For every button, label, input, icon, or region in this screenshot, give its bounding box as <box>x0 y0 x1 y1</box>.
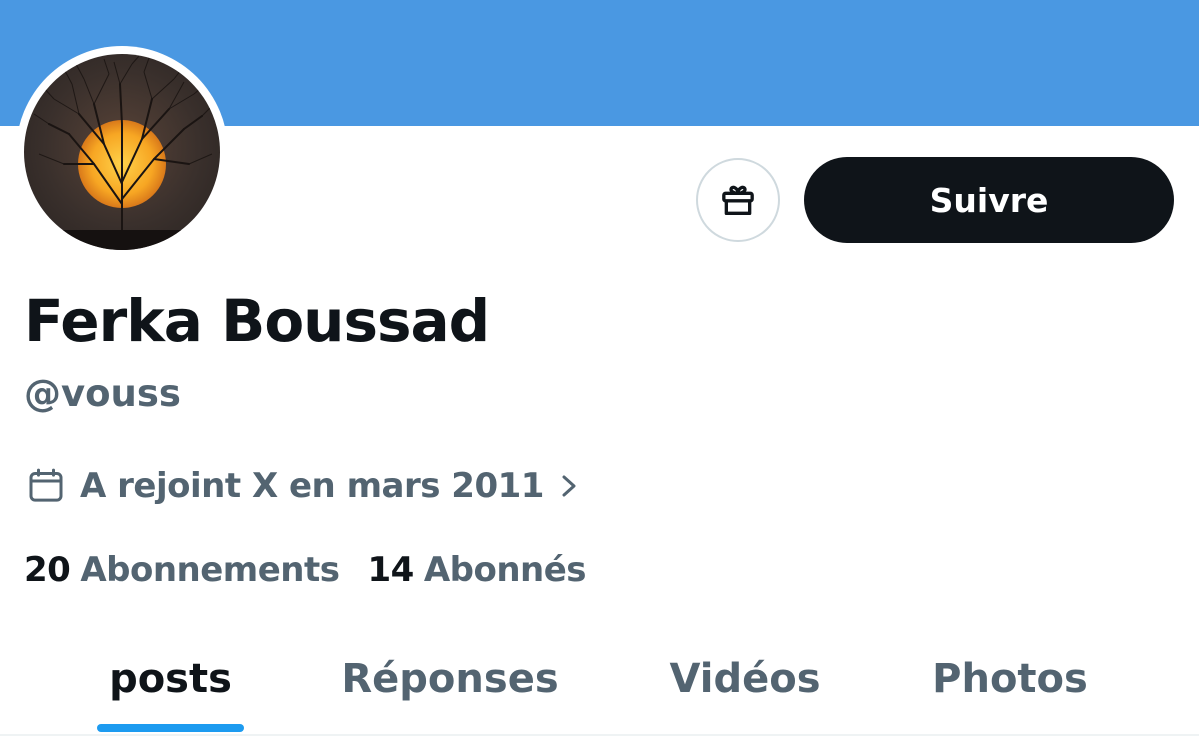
followers-label: Abonnés <box>423 550 587 590</box>
avatar-frame <box>16 46 228 258</box>
following-link[interactable]: 20 Abonnements <box>24 550 340 590</box>
followers-count: 14 <box>367 550 415 590</box>
joined-date-text: A rejoint X en mars 2011 <box>80 466 544 506</box>
user-handle: @vouss <box>24 372 181 415</box>
gift-button[interactable] <box>696 158 780 242</box>
followers-link[interactable]: 14 Abonnés <box>368 550 587 590</box>
tab-replies[interactable]: Réponses <box>330 630 570 728</box>
active-tab-indicator <box>97 724 244 732</box>
following-label: Abonnements <box>80 550 340 590</box>
display-name: Ferka Boussad <box>24 287 490 355</box>
tab-posts[interactable]: posts <box>97 630 244 728</box>
following-count: 20 <box>24 550 71 590</box>
tree-sunset-avatar-icon <box>24 54 220 250</box>
joined-date-row[interactable]: A rejoint X en mars 2011 <box>26 460 580 512</box>
gift-icon <box>722 185 754 215</box>
follow-stats: 20 Abonnements 14 Abonnés <box>24 544 587 596</box>
calendar-icon <box>29 468 63 502</box>
follow-button[interactable]: Suivre <box>804 157 1174 243</box>
avatar[interactable] <box>24 54 220 250</box>
profile-tabs: posts Réponses Vidéos Photos <box>0 630 1199 734</box>
tab-videos[interactable]: Vidéos <box>650 630 840 728</box>
tabs-divider <box>0 734 1199 736</box>
chevron-right-icon <box>558 471 580 501</box>
profile-page: Suivre Ferka Boussad @vouss A rejoint X … <box>0 0 1199 756</box>
tab-photos[interactable]: Photos <box>915 630 1105 728</box>
